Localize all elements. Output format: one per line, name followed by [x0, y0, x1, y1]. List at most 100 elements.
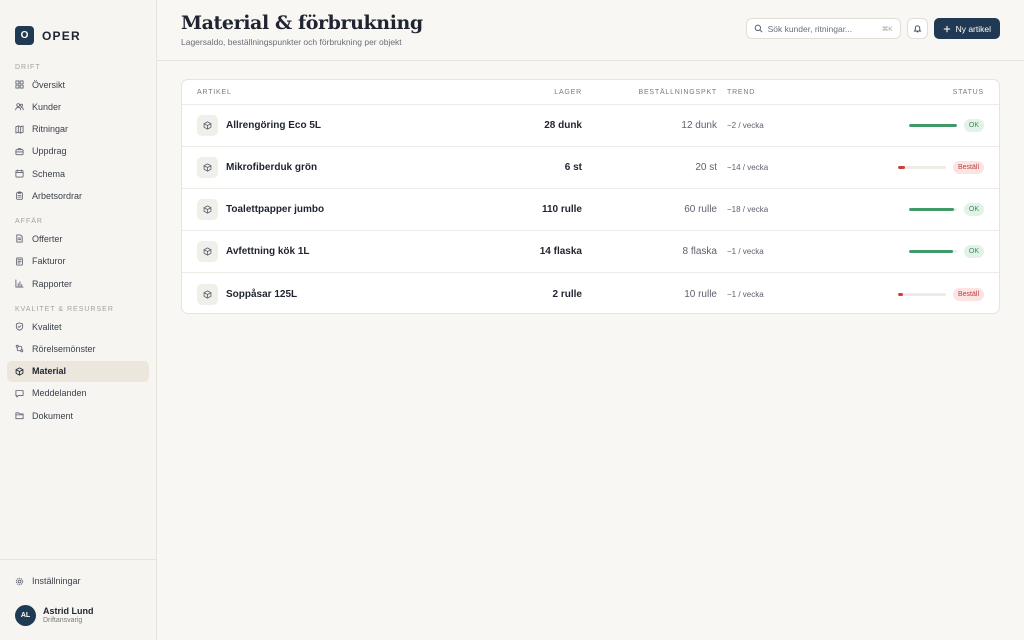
folder-icon: [15, 411, 24, 420]
cell-trend: −1 / vecka: [727, 289, 764, 299]
box-icon: [197, 157, 218, 178]
table-row[interactable]: Mikrofiberduk grön 6 st 20 st −14 / vecka Be…: [182, 147, 999, 189]
sidebar: O OPER DRIFT Översikt Kunder Ritningar Uppdr…: [0, 0, 157, 640]
cell-artikel: Avfettning kök 1L: [182, 241, 470, 262]
notifications-button[interactable]: [906, 18, 928, 39]
stock-level-bar: [908, 124, 957, 127]
sidebar-item-label: Arbetsordrar: [32, 190, 83, 201]
sidebar-item-label: Offerter: [32, 233, 63, 244]
avatar: AL: [15, 604, 36, 626]
brand[interactable]: O OPER: [0, 0, 156, 50]
col-bestallningspunkt[interactable]: BESTÄLLNINGSPKT: [582, 89, 717, 96]
table-row[interactable]: Avfettning kök 1L 14 flaska 8 flaska −1 / v…: [182, 231, 999, 273]
item-name: Allrengöring Eco 5L: [226, 120, 322, 131]
stock-level-fill: [908, 208, 955, 211]
briefcase-icon: [15, 147, 24, 156]
sidebar-item-label: Material: [32, 366, 67, 377]
sidebar-item-label: Kvalitet: [32, 321, 62, 332]
sidebar-item-rapporter[interactable]: Rapporter: [7, 273, 149, 294]
col-lager[interactable]: LAGER: [470, 89, 582, 96]
stock-level-fill: [897, 166, 906, 169]
cell-artikel: Toalettpapper jumbo: [182, 199, 470, 220]
sidebar-item-meddelanden[interactable]: Meddelanden: [7, 383, 149, 404]
status-badge: Beställ: [952, 161, 984, 174]
stock-level-bar: [908, 208, 957, 211]
table-body: Allrengöring Eco 5L 28 dunk 12 dunk −2 / ve…: [182, 105, 999, 313]
table-row[interactable]: Toalettpapper jumbo 110 rulle 60 rulle −18 …: [182, 189, 999, 231]
document-icon: [15, 234, 24, 244]
sidebar-item-label: Uppdrag: [32, 146, 67, 157]
col-trend[interactable]: TREND: [717, 89, 837, 96]
cell-status: Beställ: [837, 161, 999, 174]
plus-icon: [943, 25, 951, 33]
nav-section-title: KVALITET & RESURSER: [15, 306, 114, 314]
stock-level-bar: [908, 250, 957, 253]
message-icon: [15, 389, 24, 398]
table-header: ARTIKEL LAGER BESTÄLLNINGSPKT TREND STAT…: [182, 80, 999, 105]
col-artikel[interactable]: ARTIKEL: [182, 89, 470, 96]
box-icon: [197, 241, 218, 262]
user-profile[interactable]: AL Astrid Lund Driftansvarig: [0, 596, 156, 640]
sidebar-item-label: Översikt: [32, 79, 66, 90]
cell-status: Beställ: [837, 287, 999, 301]
item-name: Toalettpapper jumbo: [226, 204, 325, 215]
sidebar-item-uppdrag[interactable]: Uppdrag: [7, 141, 149, 162]
sidebar-footer: Inställningar AL Astrid Lund Driftansvar…: [0, 559, 156, 640]
route-icon: [15, 344, 24, 353]
settings-area: Inställningar: [0, 559, 156, 596]
new-article-button[interactable]: Ny artikel: [933, 18, 1000, 39]
cell-lager: 6 st: [564, 162, 582, 173]
sidebar-item-dokument[interactable]: Dokument: [7, 405, 149, 426]
search-box[interactable]: ⌘K: [745, 18, 901, 39]
sidebar-item-label: Rapporter: [32, 278, 73, 289]
cell-lager: 14 flaska: [539, 246, 582, 257]
sidebar-item-label: Fakturor: [32, 256, 66, 267]
table-row[interactable]: Soppåsar 125L 2 rulle 10 rulle −1 / vecka Be…: [182, 273, 999, 313]
cell-trend: −2 / vecka: [727, 121, 764, 130]
user-name: Astrid Lund: [43, 606, 94, 616]
user-info: Astrid Lund Driftansvarig: [43, 606, 94, 624]
stock-level-fill: [908, 124, 957, 127]
cell-bestallningspunkt: 60 rulle: [684, 204, 717, 215]
main-content: Material & förbrukning Lagersaldo, bestä…: [157, 0, 1024, 640]
status-badge: OK: [963, 245, 984, 258]
cell-bestallningspunkt: 8 flaska: [682, 246, 717, 257]
nav-section-title: DRIFT: [15, 64, 41, 71]
sidebar-nav: DRIFT Översikt Kunder Ritningar Uppdrag Schem…: [0, 50, 156, 428]
sidebar-item-arbetsordrar[interactable]: Arbetsordrar: [7, 185, 149, 206]
table-row[interactable]: Allrengöring Eco 5L 28 dunk 12 dunk −2 / ve…: [182, 105, 999, 147]
invoice-icon: [15, 257, 24, 266]
item-name: Avfettning kök 1L: [226, 246, 310, 257]
sidebar-item-fakturor[interactable]: Fakturor: [7, 251, 149, 272]
map-icon: [15, 125, 24, 134]
sidebar-item-kunder[interactable]: Kunder: [7, 96, 149, 117]
item-name: Mikrofiberduk grön: [226, 162, 318, 173]
header-actions: ⌘K Ny artikel: [745, 18, 1000, 39]
sidebar-item-offerter[interactable]: Offerter: [7, 228, 149, 249]
sidebar-item-rorelsemonster[interactable]: Rörelsemönster: [7, 338, 149, 359]
sidebar-item-installningar[interactable]: Inställningar: [7, 571, 149, 592]
brand-name: OPER: [42, 28, 81, 43]
search-input[interactable]: [767, 23, 877, 34]
box-icon: [197, 199, 218, 220]
box-icon: [197, 283, 218, 305]
cell-artikel: Allrengöring Eco 5L: [182, 115, 470, 136]
sidebar-item-kvalitet[interactable]: Kvalitet: [7, 316, 149, 337]
stock-level-bar: [897, 292, 946, 296]
sidebar-item-ritningar[interactable]: Ritningar: [7, 119, 149, 140]
status-badge: OK: [963, 203, 984, 216]
sidebar-item-material[interactable]: Material: [7, 360, 149, 382]
cell-bestallningspunkt: 12 dunk: [681, 120, 717, 131]
sidebar-item-schema[interactable]: Schema: [7, 163, 149, 184]
status-badge: Beställ: [952, 287, 984, 301]
search-shortcut: ⌘K: [881, 25, 893, 33]
cell-status: OK: [837, 245, 999, 258]
new-article-label: Ny artikel: [955, 23, 991, 34]
col-status[interactable]: STATUS: [837, 89, 999, 96]
sidebar-item-oversikt[interactable]: Översikt: [7, 74, 149, 95]
cell-artikel: Soppåsar 125L: [182, 283, 470, 305]
box-icon: [15, 367, 24, 376]
cell-trend: −1 / vecka: [727, 247, 764, 256]
sidebar-item-label: Ritningar: [32, 124, 69, 135]
item-name: Soppåsar 125L: [226, 288, 298, 300]
